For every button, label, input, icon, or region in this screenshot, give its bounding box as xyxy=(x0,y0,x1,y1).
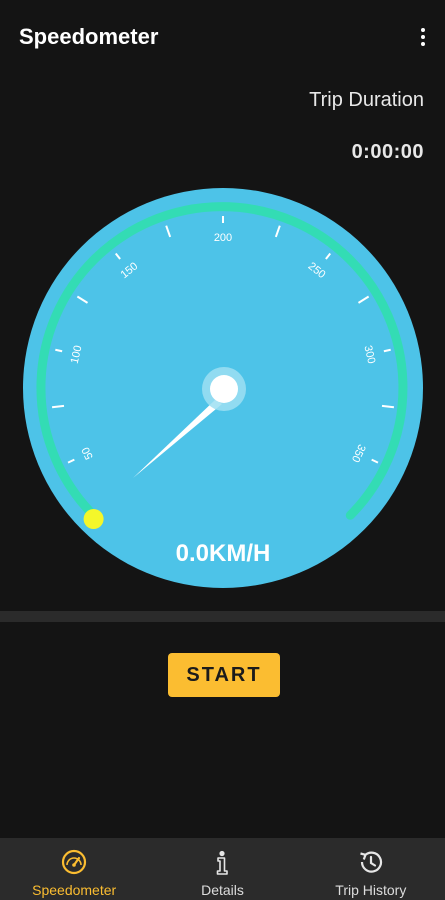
speed-marker xyxy=(83,509,104,529)
info-icon xyxy=(217,850,229,875)
gauge-tick xyxy=(381,404,395,409)
needle-hub xyxy=(210,375,238,403)
nav-label-details: Details xyxy=(201,882,244,898)
trip-duration-label: Trip Duration xyxy=(309,89,424,111)
nav-item-details[interactable]: Details xyxy=(148,838,296,900)
nav-label-speedometer: Speedometer xyxy=(32,882,117,898)
gauge-tick xyxy=(51,404,65,409)
speedometer-icon xyxy=(62,849,87,875)
speedometer-gauge: 50 100 150 200 250 300 350 xyxy=(23,188,423,588)
bottom-navigation: Speedometer Details Trip History xyxy=(0,838,445,900)
start-button[interactable]: START xyxy=(168,653,280,697)
trip-duration-value: 0:00:00 xyxy=(351,141,424,163)
app-title: Speedometer xyxy=(19,24,159,49)
nav-item-speedometer[interactable]: Speedometer xyxy=(0,838,148,900)
history-icon xyxy=(360,851,382,873)
overflow-menu-icon[interactable] xyxy=(413,24,433,50)
nav-label-trip-history: Trip History xyxy=(335,882,407,898)
app-bar: Speedometer xyxy=(0,0,445,76)
nav-item-trip-history[interactable]: Trip History xyxy=(297,838,445,900)
gauge-svg: 50100150200250300350 xyxy=(23,188,423,588)
gauge-tick-label: 200 xyxy=(214,232,232,244)
section-divider xyxy=(0,611,445,622)
speed-readout: 0.0KM/H xyxy=(175,540,271,567)
